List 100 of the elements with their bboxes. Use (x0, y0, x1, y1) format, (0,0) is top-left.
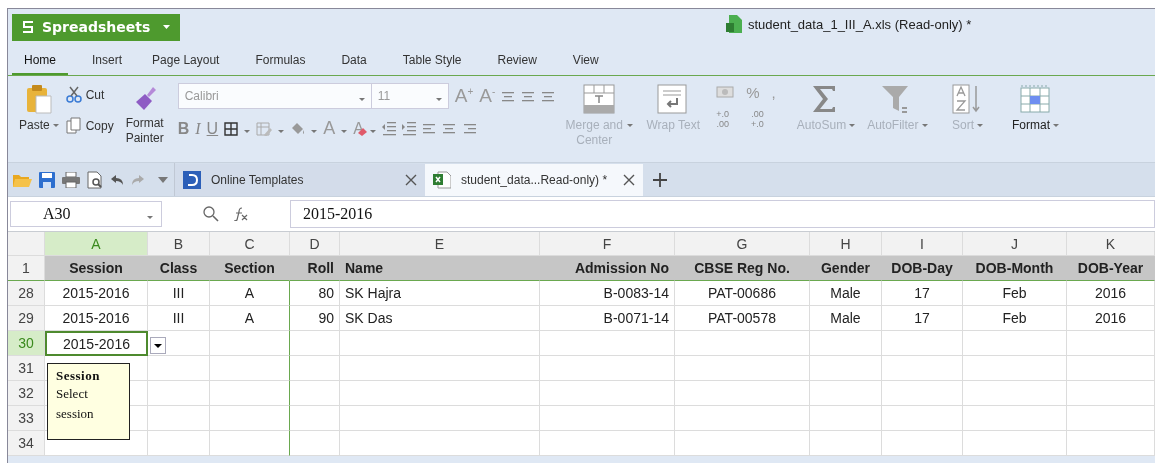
column-header[interactable]: B (148, 232, 210, 256)
copy-button[interactable]: Copy (65, 117, 114, 134)
dropdown-icon[interactable] (150, 337, 166, 354)
formula-field[interactable]: 2015-2016 (290, 200, 1155, 228)
table-cell: Male (810, 281, 882, 306)
increase-indent-icon[interactable] (401, 121, 416, 136)
decrease-indent-icon[interactable] (381, 121, 396, 136)
close-icon[interactable] (405, 173, 417, 186)
align-left-icon[interactable] (421, 122, 436, 135)
menu-tab[interactable]: View (560, 45, 611, 75)
table-cell: 2016 (1067, 306, 1155, 331)
paint-bucket-icon[interactable] (290, 122, 306, 135)
clipboard-icon (25, 84, 52, 114)
function-icon[interactable] (233, 206, 249, 222)
column-header[interactable]: D (290, 232, 340, 256)
table-cell: 17 (882, 281, 963, 306)
table-cell: III (148, 281, 210, 306)
name-box[interactable]: A30 (10, 201, 162, 227)
row-header[interactable]: 32 (8, 381, 45, 406)
save-icon[interactable] (39, 171, 55, 188)
caret-icon (147, 215, 153, 219)
table-cell: Session (45, 256, 148, 281)
column-header[interactable]: H (810, 232, 882, 256)
table-cell: Class (148, 256, 210, 281)
tooltip-text: Select session (56, 385, 95, 423)
menu-tab[interactable]: Review (485, 45, 549, 75)
align-middle-icon[interactable] (521, 89, 536, 103)
table-cell: Roll (290, 256, 340, 281)
align-top-icon[interactable] (501, 89, 516, 103)
tooltip-title: Session (56, 368, 101, 384)
table-grid-icon (1019, 84, 1052, 114)
app-menu-button[interactable]: Spreadsheets (12, 13, 180, 41)
row-header[interactable]: 28 (8, 281, 45, 306)
column-header[interactable]: I (882, 232, 963, 256)
row-header[interactable]: 34 (8, 431, 45, 456)
table-cell: B-0071-14 (540, 306, 675, 331)
table-cell: Gender (810, 256, 882, 281)
cell-style-icon[interactable] (256, 121, 273, 136)
row-header[interactable]: 30 (8, 331, 45, 356)
spreadsheet-file-icon (433, 170, 451, 189)
table-cell: 80 (290, 281, 340, 306)
table-cell (810, 431, 882, 456)
caret-icon (311, 130, 318, 133)
align-center-icon[interactable] (441, 122, 456, 135)
row-header[interactable]: 33 (8, 406, 45, 431)
table-cell (148, 381, 210, 406)
table-cell: DOB-Year (1067, 256, 1155, 281)
menu-tab[interactable]: Table Style (390, 45, 474, 75)
undo-icon[interactable] (110, 173, 124, 186)
menu-tab[interactable]: Insert (80, 45, 135, 75)
spreadsheet-file-icon (726, 15, 742, 33)
paste-button[interactable]: Paste (16, 82, 62, 160)
table-cell (290, 431, 340, 456)
column-header[interactable]: C (210, 232, 290, 256)
caret-icon (163, 25, 170, 29)
row-header[interactable]: 29 (8, 306, 45, 331)
table-cell: III (148, 306, 210, 331)
borders-icon[interactable] (224, 121, 239, 136)
format-painter-button[interactable]: Format Painter (117, 82, 172, 160)
document-tab[interactable]: student_data...Read-only) * (425, 163, 644, 196)
menu-tab[interactable]: Home (12, 45, 68, 75)
table-cell: 2015-2016 (45, 281, 148, 306)
table-cell: A (210, 306, 290, 331)
table-cell: PAT-00686 (675, 281, 810, 306)
menu-tab[interactable]: Data (329, 45, 379, 75)
format-button[interactable]: Format (1004, 82, 1067, 160)
zoom-icon[interactable] (203, 206, 219, 222)
column-header[interactable]: G (675, 232, 810, 256)
new-tab-icon[interactable] (653, 172, 668, 187)
column-header[interactable]: K (1067, 232, 1155, 256)
column-header[interactable]: E (340, 232, 540, 256)
table-cell: 2015-2016 (45, 306, 148, 331)
column-header[interactable]: J (963, 232, 1067, 256)
table-cell: Name (340, 256, 540, 281)
menu-tab[interactable]: Page Layout (140, 45, 232, 75)
table-cell: SK Hajra (340, 281, 540, 306)
scissors-icon (65, 86, 82, 103)
table-cell (148, 331, 210, 356)
printer-icon[interactable] (62, 171, 80, 188)
align-bottom-icon[interactable] (541, 89, 556, 103)
cut-button[interactable]: Cut (65, 86, 114, 103)
table-cell (810, 356, 882, 381)
wrap-text-icon (657, 84, 690, 114)
row-header[interactable]: 1 (8, 256, 45, 281)
table-cell (810, 406, 882, 431)
redo-icon[interactable] (131, 173, 145, 186)
currency-format-icon[interactable] (716, 85, 735, 100)
close-icon[interactable] (623, 173, 636, 186)
caret-icon (435, 97, 442, 101)
table-cell (290, 331, 340, 356)
row-header[interactable]: 31 (8, 356, 45, 381)
print-preview-icon[interactable] (87, 170, 103, 189)
column-header[interactable]: A (45, 232, 148, 256)
table-cell: DOB-Day (882, 256, 963, 281)
table-cell: DOB-Month (963, 256, 1067, 281)
caret-icon (278, 130, 285, 133)
menu-tab[interactable]: Formulas (243, 45, 318, 75)
align-right-icon[interactable] (461, 122, 476, 135)
column-header[interactable]: F (540, 232, 675, 256)
table-cell (148, 431, 210, 456)
